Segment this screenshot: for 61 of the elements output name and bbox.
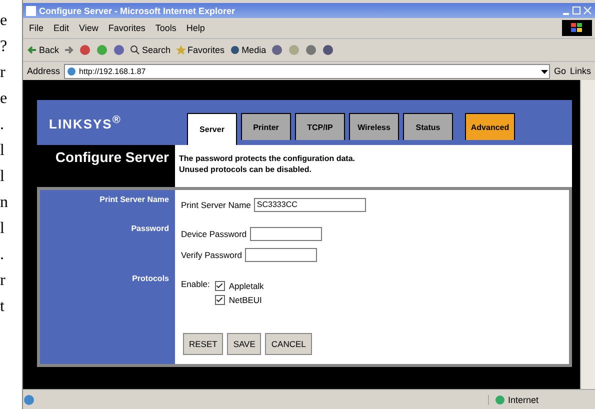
form-button[interactable]: RESET xyxy=(183,333,224,355)
enable-label: Enable: xyxy=(181,279,210,291)
media-button[interactable]: Media xyxy=(230,45,266,55)
page-text: l xyxy=(0,168,6,185)
page-text: r xyxy=(0,64,6,81)
back-arrow-icon xyxy=(27,45,37,55)
page-text: . xyxy=(0,246,5,263)
option-label: Appletalk xyxy=(228,281,264,291)
linksys-logo: LINKSYS$^{®}$ xyxy=(48,114,122,132)
forward-icon[interactable] xyxy=(64,45,74,55)
tab[interactable]: Wireless xyxy=(349,113,399,140)
page-title: Configure Server xyxy=(54,148,170,167)
page-text: e xyxy=(0,90,8,107)
windows-logo xyxy=(562,20,592,36)
address-field[interactable]: http://192.168.1.87 xyxy=(64,64,550,78)
page-text: ? xyxy=(0,38,8,55)
favorites-button[interactable]: Favorites xyxy=(176,45,225,55)
checkbox[interactable] xyxy=(214,295,225,305)
go-button[interactable]: Go xyxy=(554,66,566,76)
star-icon xyxy=(176,45,186,55)
checkbox[interactable] xyxy=(214,281,225,291)
menu-item[interactable]: Tools xyxy=(155,23,176,33)
field-label: Device Password xyxy=(181,228,247,238)
tab[interactable]: Advanced xyxy=(465,113,515,140)
address-label: Address xyxy=(27,66,60,76)
page-text: t xyxy=(0,298,6,315)
page-text: n xyxy=(0,194,9,211)
page-text: r xyxy=(0,272,6,289)
page-text: . xyxy=(0,116,5,133)
window-title: Configure Server - Microsoft Internet Explorer xyxy=(39,6,236,16)
text-field[interactable] xyxy=(250,226,322,240)
field-label: Print Server Name xyxy=(181,200,251,210)
field-label: Verify Password xyxy=(181,250,242,260)
search-button[interactable]: Search xyxy=(130,45,171,55)
menu-item[interactable]: Help xyxy=(186,23,205,33)
section-label: Protocols xyxy=(131,273,170,285)
links-button[interactable]: Links xyxy=(570,66,591,76)
page-text: l xyxy=(0,220,6,237)
menu-item[interactable]: Favorites xyxy=(108,23,146,33)
back-button[interactable]: Back xyxy=(27,45,60,55)
section-label: Password xyxy=(130,223,170,235)
form-button[interactable]: SAVE xyxy=(227,333,262,355)
text-field[interactable]: SC3333CC xyxy=(254,198,366,212)
form-button[interactable]: CANCEL xyxy=(265,333,312,355)
option-label: NetBEUI xyxy=(228,295,262,305)
menu-item[interactable]: View xyxy=(79,23,98,33)
section-label: Print Server Name xyxy=(98,194,170,206)
zone-label: Internet xyxy=(508,394,539,404)
text-field[interactable] xyxy=(244,248,317,262)
page-text: e xyxy=(0,12,8,29)
menu-item[interactable]: File xyxy=(29,23,44,33)
tab[interactable]: TCP/IP xyxy=(295,113,345,140)
tab[interactable]: Printer xyxy=(241,113,291,140)
window-controls-icon[interactable] xyxy=(562,6,592,16)
page-text: l xyxy=(0,142,6,159)
scrollbar[interactable] xyxy=(580,80,595,389)
tab[interactable]: Status xyxy=(403,113,453,140)
tab[interactable]: Server xyxy=(187,113,237,145)
search-icon xyxy=(130,45,140,55)
menu-item[interactable]: Edit xyxy=(54,23,70,33)
description-text: The password protects the configuration data. Unused protocols can be disabled. xyxy=(175,145,572,187)
